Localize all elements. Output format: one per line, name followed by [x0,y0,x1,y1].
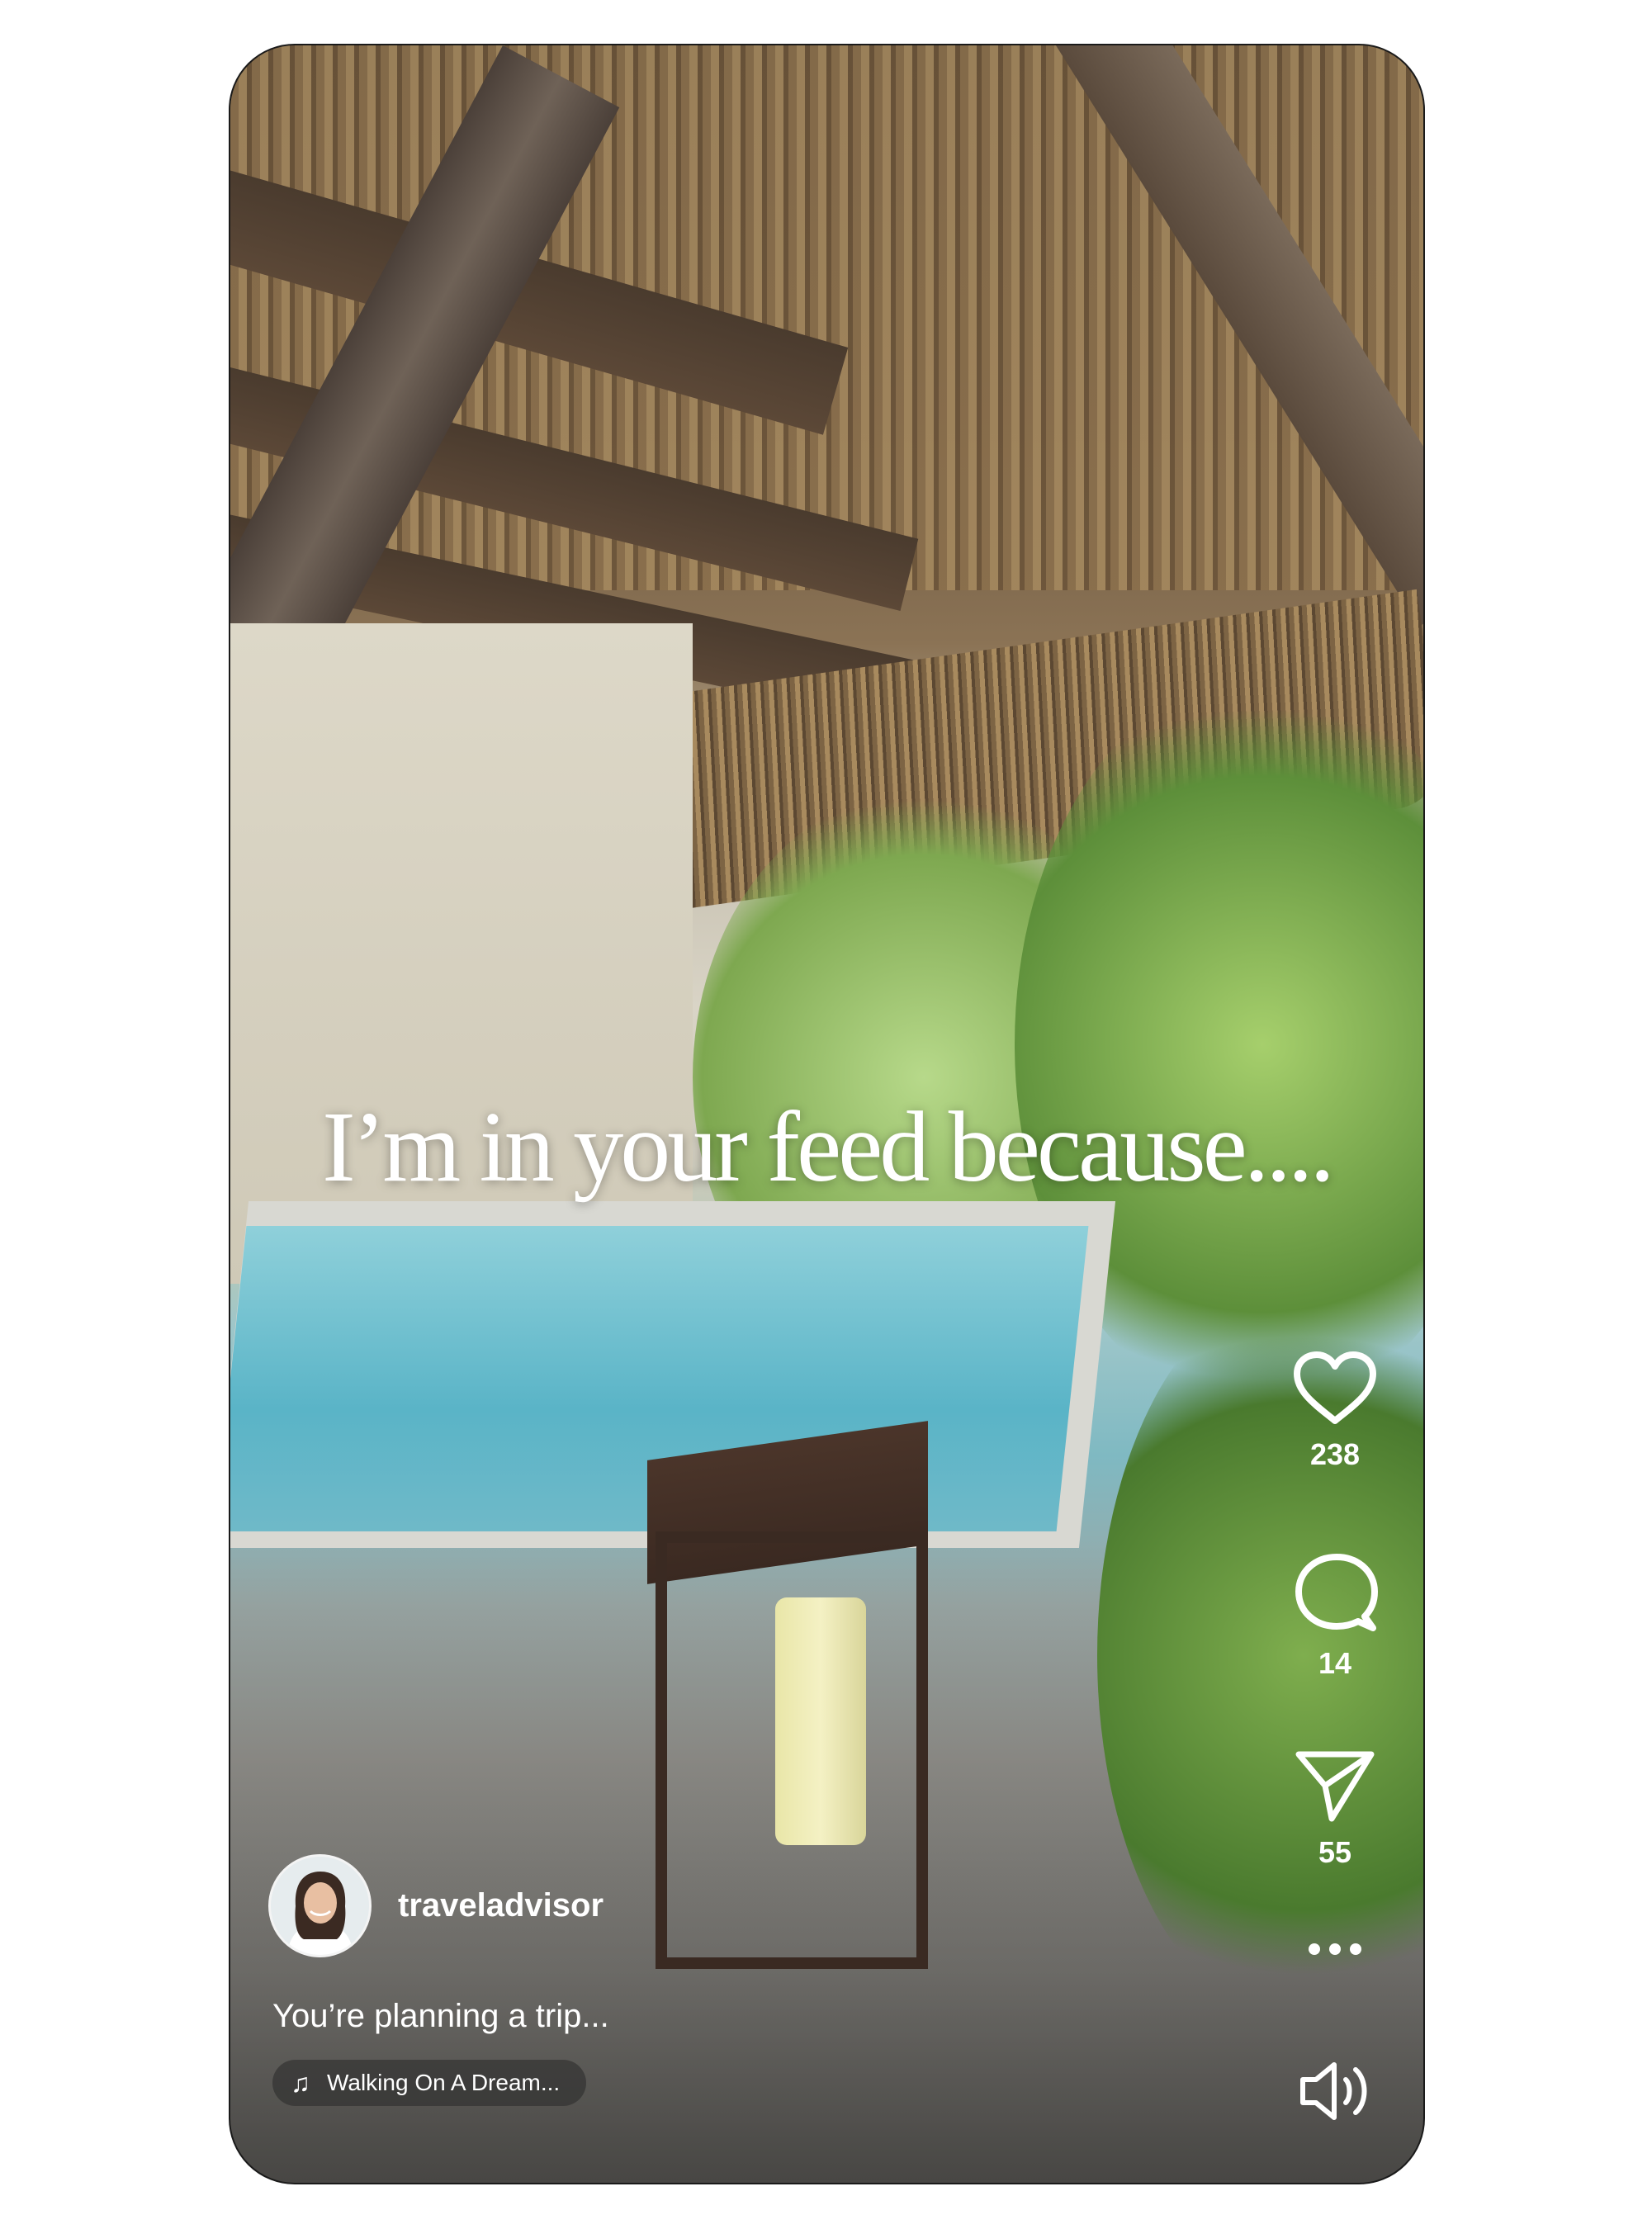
avatar-portrait [271,1857,369,1955]
like-button[interactable]: 238 [1252,1350,1418,1472]
more-button[interactable] [1252,1941,1418,1957]
share-icon [1295,1751,1375,1822]
post-caption[interactable]: You’re planning a trip... [272,1998,609,2035]
username[interactable]: traveladvisor [398,1887,604,1924]
more-icon [1309,1943,1361,1955]
comment-icon [1295,1554,1378,1631]
heart-icon [1294,1351,1376,1424]
author-row[interactable]: traveladvisor [268,1854,604,1957]
share-count: 55 [1318,1835,1352,1869]
volume-button[interactable] [1252,2060,1418,2123]
volume-icon [1300,2062,1367,2120]
music-chip[interactable]: ♫ Walking On A Dream... [272,2060,587,2106]
music-track: Walking On A Dream... [327,2070,561,2095]
overlay-caption: I’m in your feed because.... [322,1091,1335,1203]
avatar[interactable] [268,1854,372,1957]
share-button[interactable]: 55 [1252,1748,1418,1870]
comment-count: 14 [1318,1646,1352,1680]
music-note-icon: ♫ [291,2067,310,2098]
comment-button[interactable]: 14 [1252,1552,1418,1681]
like-count: 238 [1309,1437,1361,1471]
